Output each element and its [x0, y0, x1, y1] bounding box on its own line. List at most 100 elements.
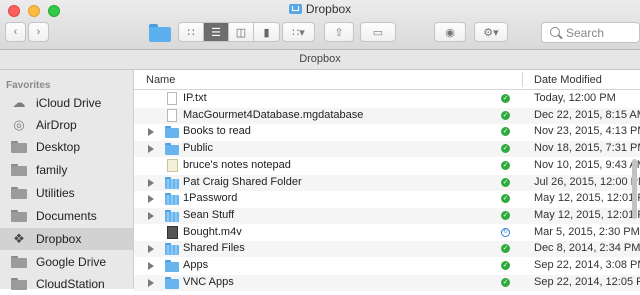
vertical-scrollbar[interactable]: [631, 89, 638, 289]
search-icon: [550, 27, 560, 37]
view-mode-selector: ∷ ☰ ◫ ▮: [178, 22, 280, 42]
syncing-status-icon: ↻: [501, 227, 510, 237]
sidebar-item-utilities[interactable]: Utilities: [0, 182, 133, 204]
disclosure-triangle-icon[interactable]: [148, 211, 154, 220]
disclosure-triangle-icon[interactable]: [148, 145, 154, 154]
cloud-icon: ☁: [12, 95, 26, 110]
synced-check-icon: ✓: [501, 210, 510, 220]
dropbox-folder-icon: [288, 4, 302, 14]
file-row[interactable]: IP.txt ✓ Today, 12:00 PM: [134, 91, 640, 107]
column-divider[interactable]: [522, 72, 523, 87]
list-header: Name Date Modified: [134, 70, 640, 90]
list-view-button[interactable]: ☰: [204, 23, 229, 41]
synced-check-icon: ✓: [501, 277, 510, 287]
file-date-modified: Jul 26, 2015, 12:00 PM: [534, 175, 640, 188]
file-name: IP.txt: [183, 92, 207, 104]
sidebar-item-family[interactable]: family: [0, 159, 133, 181]
sidebar-item-airdrop[interactable]: ◎ AirDrop: [0, 114, 133, 136]
file-row[interactable]: Sean Stuff ✓ May 12, 2015, 12:01 PM: [134, 207, 640, 224]
synced-check-icon: ✓: [501, 127, 510, 137]
shared-folder-icon: [165, 209, 179, 222]
shared-folder-icon: [165, 193, 179, 206]
sidebar-item-desktop[interactable]: Desktop: [0, 136, 133, 158]
synced-check-icon: ✓: [501, 177, 510, 187]
folder-icon: [10, 163, 28, 177]
file-row[interactable]: Shared Files ✓ Dec 8, 2014, 2:34 PM: [134, 241, 640, 258]
sidebar-item-cloudstation[interactable]: CloudStation: [0, 273, 133, 295]
file-name: bruce's notes notepad: [183, 158, 291, 171]
window-toolbar: Dropbox ‹ › ∷ ☰ ◫ ▮ ∷▾ ⇧ ▭ ◉ ⚙▾ Search: [0, 0, 640, 50]
quick-look-button[interactable]: ◉: [434, 22, 466, 42]
file-name: Sean Stuff: [183, 208, 235, 221]
synced-check-icon: ✓: [501, 194, 510, 204]
disclosure-triangle-icon[interactable]: [148, 262, 154, 270]
file-name: Apps: [183, 259, 209, 271]
file-name: Bought.m4v: [183, 225, 242, 238]
edit-tags-button[interactable]: ▭: [360, 22, 396, 42]
document-icon: [167, 108, 177, 122]
disclosure-triangle-icon[interactable]: [148, 278, 154, 287]
share-button[interactable]: ⇧: [324, 22, 354, 42]
forward-button[interactable]: ›: [28, 22, 49, 42]
folder-icon: [10, 255, 28, 269]
file-list: Name Date Modified IP.txt ✓ Today, 12:00 P…: [134, 70, 640, 291]
sidebar: Favorites ☁ iCloud Drive ◎ AirDrop Deskt…: [0, 70, 134, 291]
file-row[interactable]: Pat Craig Shared Folder ✓ Jul 26, 2015, 12…: [134, 174, 640, 191]
search-field[interactable]: Search: [541, 22, 640, 43]
column-header-date-modified[interactable]: Date Modified: [534, 74, 602, 86]
file-date-modified: Today, 12:00 PM: [534, 92, 616, 104]
file-date-modified: Sep 22, 2014, 12:05 PM: [534, 275, 640, 288]
sidebar-section-favorites: Favorites: [6, 80, 51, 91]
documents-icon: [10, 209, 28, 223]
sidebar-item-icloud-drive[interactable]: ☁ iCloud Drive: [0, 92, 133, 114]
folder-icon: [165, 143, 179, 156]
column-view-button[interactable]: ◫: [229, 23, 254, 41]
shared-folder-icon: [165, 243, 179, 256]
file-row[interactable]: Bought.m4v ↻ Mar 5, 2015, 2:30 PM: [134, 225, 640, 241]
file-name: Pat Craig Shared Folder: [183, 175, 302, 188]
sidebar-item-documents[interactable]: Documents: [0, 205, 133, 227]
file-date-modified: Nov 23, 2015, 4:13 PM: [534, 125, 640, 138]
folder-icon: [165, 276, 179, 289]
disclosure-triangle-icon[interactable]: [148, 178, 154, 187]
document-icon: [167, 92, 177, 105]
action-menu-button[interactable]: ⚙▾: [474, 22, 508, 42]
shared-folder-icon: [165, 176, 179, 189]
file-name: 1Password: [183, 192, 238, 205]
file-date-modified: Nov 18, 2015, 7:31 PM: [534, 142, 640, 155]
file-row[interactable]: Books to read ✓ Nov 23, 2015, 4:13 PM: [134, 124, 640, 140]
file-row[interactable]: VNC Apps ✓ Sep 22, 2014, 12:05 PM: [134, 274, 640, 291]
file-name: Books to read: [183, 125, 251, 138]
sidebar-item-google-drive[interactable]: Google Drive: [0, 251, 133, 273]
icon-view-button[interactable]: ∷: [179, 23, 204, 41]
synced-check-icon: ✓: [501, 110, 510, 120]
column-header-name[interactable]: Name: [146, 74, 175, 86]
disclosure-triangle-icon[interactable]: [148, 128, 154, 137]
icon-view-icon: ∷: [187, 26, 195, 39]
arrange-grid-icon: ∷▾: [292, 26, 305, 39]
file-row[interactable]: Public ✓ Nov 18, 2015, 7:31 PM: [134, 141, 640, 158]
disclosure-triangle-icon[interactable]: [148, 195, 154, 204]
sidebar-item-dropbox[interactable]: ❖ Dropbox: [0, 228, 133, 250]
current-folder-icon: [149, 24, 171, 42]
file-date-modified: Nov 10, 2015, 9:43 AM: [534, 158, 640, 171]
synced-check-icon: ✓: [501, 94, 510, 103]
back-button[interactable]: ‹: [5, 22, 26, 42]
file-row[interactable]: 1Password ✓ May 12, 2015, 12:01 PM: [134, 191, 640, 207]
file-row[interactable]: MacGourmet4Database.mgdatabase ✓ Dec 22, 2…: [134, 107, 640, 124]
file-date-modified: May 12, 2015, 12:01 PM: [534, 192, 640, 205]
gear-icon: ⚙▾: [483, 26, 499, 39]
file-row[interactable]: Apps ✓ Sep 22, 2014, 3:08 PM: [134, 258, 640, 274]
synced-check-icon: ✓: [501, 160, 510, 170]
disclosure-triangle-icon[interactable]: [148, 245, 154, 254]
movie-file-icon: [167, 225, 178, 239]
coverflow-view-button[interactable]: ▮: [254, 23, 279, 41]
column-view-icon: ◫: [235, 26, 247, 39]
arrange-menu-button[interactable]: ∷▾: [282, 22, 315, 42]
notepad-icon: [167, 158, 178, 172]
scrollbar-thumb[interactable]: [632, 159, 637, 219]
file-name: VNC Apps: [183, 275, 234, 288]
file-row[interactable]: bruce's notes notepad ✓ Nov 10, 2015, 9:43…: [134, 158, 640, 174]
folder-icon: [10, 186, 28, 200]
dropbox-icon: ❖: [13, 231, 25, 246]
